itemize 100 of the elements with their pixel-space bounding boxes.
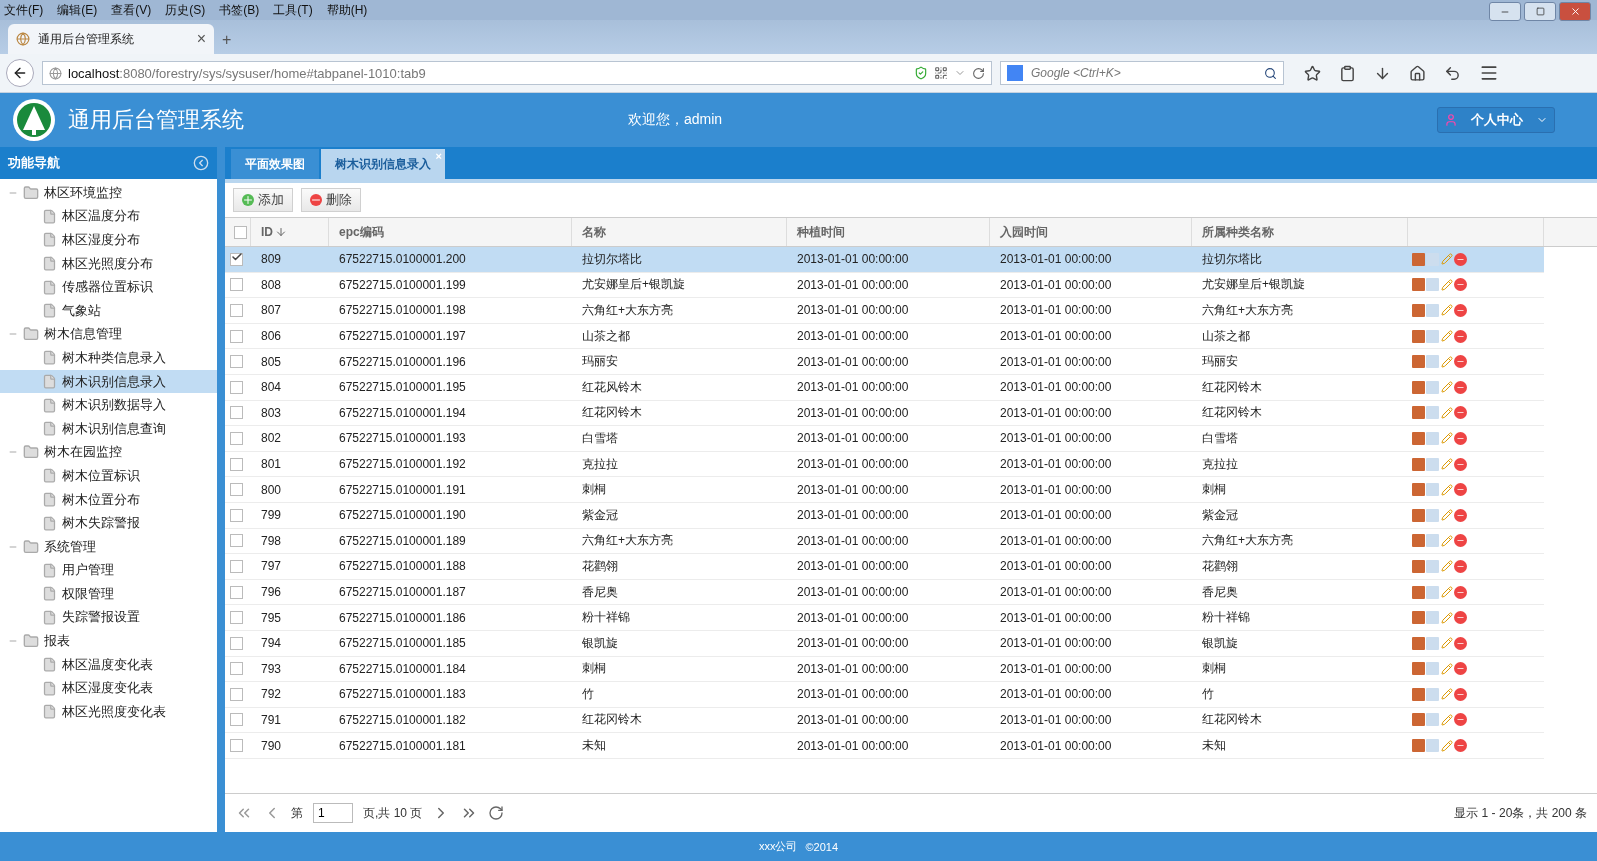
menu-item[interactable]: 书签(B) [219,1,260,19]
address-field[interactable]: localhost:8080/forestry/sys/sysuser/home#tabpanel-1010:tab9 [42,61,992,85]
close-button[interactable] [1559,2,1591,21]
user-menu-button[interactable]: 个人中心 [1437,107,1555,133]
remove-icon[interactable] [1454,739,1467,753]
pencil-icon[interactable] [1440,508,1453,522]
remove-icon[interactable] [1454,713,1467,727]
remove-icon[interactable] [1454,534,1467,548]
tree-item[interactable]: 树木识别数据导入 [0,393,217,417]
remove-icon[interactable] [1454,636,1467,650]
tree-item[interactable]: 树木种类信息录入 [0,346,217,370]
remove-icon[interactable] [1454,329,1467,343]
remove-icon[interactable] [1454,457,1467,471]
column-header[interactable]: 名称 [572,218,787,246]
pencil-icon[interactable] [1440,431,1453,445]
pencil-icon[interactable] [1440,739,1453,753]
tree-folder-item[interactable]: 林区环境监控 [0,181,217,205]
tree-folder-item[interactable]: 系统管理 [0,534,217,559]
remove-icon[interactable] [1454,508,1467,522]
tree-folder-item[interactable]: 报表 [0,629,217,653]
row-checkbox[interactable] [230,329,243,343]
menu-item[interactable]: 编辑(E) [57,1,98,19]
row-checkbox[interactable] [230,559,243,573]
column-header[interactable]: 入园时间 [990,218,1192,246]
pencil-icon[interactable] [1440,713,1453,727]
add-button[interactable]: 添加 [233,188,293,212]
tree-item[interactable]: 林区温度变化表 [0,652,217,677]
remove-icon[interactable] [1454,252,1467,266]
pencil-icon[interactable] [1440,278,1453,292]
tree-item[interactable]: 权限管理 [0,582,217,606]
column-header[interactable]: 种植时间 [787,218,990,246]
tree-item[interactable]: 林区光照度变化表 [0,700,217,724]
close-tab-button[interactable]: × [196,31,206,47]
row-checkbox[interactable] [230,739,243,753]
search-box[interactable]: Google <Ctrl+K> [1000,61,1284,85]
row-checkbox[interactable] [230,431,243,445]
row-checkbox[interactable] [230,713,243,727]
tree-item[interactable]: 树木位置分布 [0,487,217,512]
tree-folder-item[interactable]: 树木在园监控 [0,440,217,465]
remove-icon[interactable] [1454,559,1467,573]
content-tab[interactable]: 树木识别信息录入 × [321,149,445,179]
menu-icon[interactable] [1479,63,1499,83]
remove-icon[interactable] [1454,483,1467,497]
pencil-icon[interactable] [1440,304,1453,317]
row-checkbox[interactable] [230,483,243,497]
row-checkbox[interactable] [230,278,243,292]
remove-icon[interactable] [1454,431,1467,445]
reload-icon[interactable] [972,66,985,80]
pencil-icon[interactable] [1440,636,1453,650]
pencil-icon[interactable] [1440,406,1453,420]
tree-item[interactable]: 林区光照度分布 [0,251,217,276]
pencil-icon[interactable] [1440,329,1453,343]
pencil-icon[interactable] [1440,559,1453,573]
row-checkbox[interactable] [230,355,243,369]
menu-item[interactable]: 工具(T) [273,1,313,19]
remove-icon[interactable] [1454,406,1467,420]
minimize-button[interactable] [1489,2,1521,21]
remove-icon[interactable] [1454,355,1467,369]
row-checkbox[interactable] [230,636,243,650]
tree-item[interactable]: 传感器位置标识 [0,275,217,299]
tree-item[interactable]: 失踪警报设置 [0,605,217,630]
menu-item[interactable]: 文件(F) [4,1,44,19]
column-header[interactable]: epc编码 [329,218,572,246]
row-checkbox[interactable] [230,508,243,522]
new-tab-button[interactable]: + [222,32,232,54]
page-input[interactable]: 1 [313,803,353,823]
restore-button[interactable] [1524,2,1556,21]
pencil-icon[interactable] [1440,483,1453,497]
remove-icon[interactable] [1454,304,1467,317]
tree-item[interactable]: 林区湿度变化表 [0,676,217,701]
remove-icon[interactable] [1454,611,1467,625]
tree-item[interactable]: 树木失踪警报 [0,511,217,535]
pencil-icon[interactable] [1440,252,1453,266]
row-checkbox[interactable] [230,380,243,394]
tree-item[interactable]: 林区温度分布 [0,204,217,229]
back-button[interactable] [6,59,34,87]
row-checkbox[interactable] [230,406,243,420]
pencil-icon[interactable] [1440,687,1453,701]
tree-item[interactable]: 用户管理 [0,558,217,583]
menu-item[interactable]: 历史(S) [165,1,206,19]
home-icon[interactable] [1409,64,1426,82]
pencil-icon[interactable] [1440,457,1453,471]
row-checkbox[interactable] [230,662,243,676]
pencil-icon[interactable] [1440,534,1453,548]
remove-icon[interactable] [1454,585,1467,599]
tree-item[interactable]: 树木识别信息查询 [0,416,217,441]
remove-icon[interactable] [1454,278,1467,292]
tree-item[interactable]: 树木位置标识 [0,464,217,488]
pencil-icon[interactable] [1440,611,1453,625]
row-checkbox[interactable] [230,687,243,701]
search-field[interactable]: Google <Ctrl+K> [1029,65,1258,81]
column-header[interactable]: ID [251,218,329,246]
row-checkbox[interactable] [230,534,243,548]
row-checkbox[interactable] [230,585,243,599]
delete-button[interactable]: 删除 [301,188,361,212]
browser-tab[interactable]: 通用后台管理系统 × [8,24,214,54]
menu-item[interactable]: 查看(V) [111,1,152,19]
remove-icon[interactable] [1454,687,1467,701]
pencil-icon[interactable] [1440,585,1453,599]
row-checkbox[interactable] [230,457,243,471]
